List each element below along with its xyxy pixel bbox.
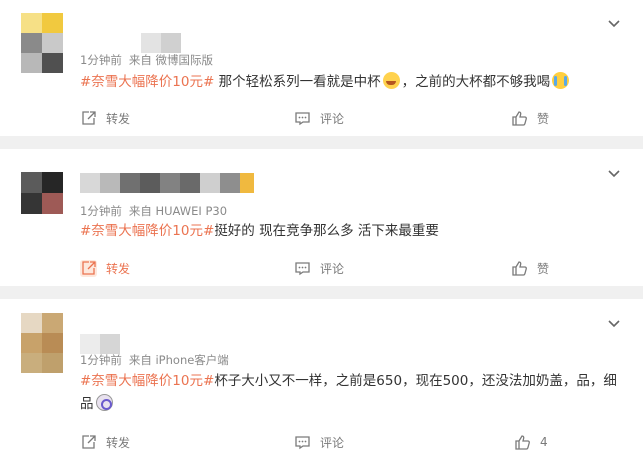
comment-icon [295, 435, 310, 449]
avatar-pixel [42, 193, 63, 214]
emoji-cry-icon [552, 72, 570, 89]
like-icon [512, 110, 527, 126]
post-time: 1分钟前 [80, 353, 122, 367]
comment-card: 1分钟前 来自 iPhone客户端 #奈雪大幅降价10元#杯子大小又不一样，之前是… [0, 299, 643, 468]
comment-icon [295, 111, 310, 125]
comment-button[interactable]: 评论 [294, 258, 344, 278]
like-icon [515, 434, 530, 450]
name-pixel [100, 173, 120, 193]
action-bar: 转发 评论 赞 [0, 108, 643, 128]
post-text: ，之前的大杯都不够我喝 [401, 74, 551, 90]
emoji-laugh-icon [382, 72, 400, 89]
repost-label: 转发 [106, 111, 131, 126]
repost-label: 转发 [106, 435, 131, 450]
username-blurred[interactable] [141, 33, 181, 53]
repost-button[interactable]: 转发 [80, 432, 130, 452]
post-text: 挺好的 现在竞争那么多 活下来最重要 [214, 223, 439, 239]
comment-icon [295, 261, 310, 275]
name-pixel [141, 33, 161, 53]
like-button[interactable]: 4 [514, 432, 548, 452]
name-pixel [140, 173, 160, 193]
post-time: 1分钟前 [80, 53, 122, 67]
avatar-pixel [42, 13, 63, 33]
like-icon [512, 260, 527, 276]
avatar-pixel [21, 53, 42, 73]
post-text: 那个轻松系列一看就是中杯 [214, 74, 381, 90]
chevron-down-icon[interactable] [607, 166, 621, 180]
emoji-dizzy-icon [95, 394, 113, 411]
post-source: 来自 HUAWEI P30 [128, 204, 228, 218]
name-pixel [240, 173, 254, 193]
post-content: #奈雪大幅降价10元#杯子大小又不一样，之前是650，现在500，还没法加奶盖，… [80, 370, 625, 416]
comment-feed: 1分钟前 来自 微博国际版 #奈雪大幅降价10元# 那个轻松系列一看就是中杯 ，之前… [0, 0, 643, 468]
action-bar: 转发 评论 赞 [0, 258, 643, 278]
post-meta: 1分钟前 来自 HUAWEI P30 [80, 203, 227, 219]
repost-icon [82, 110, 96, 125]
avatar-pixel [21, 353, 42, 373]
name-pixel [180, 173, 200, 193]
username-blurred[interactable] [80, 334, 120, 354]
avatar[interactable] [21, 13, 63, 73]
avatar-pixel [21, 172, 42, 193]
username-blurred[interactable] [80, 173, 254, 193]
avatar-pixel [21, 33, 42, 53]
comment-label: 评论 [320, 111, 345, 126]
avatar-pixel [42, 333, 63, 353]
chevron-down-icon[interactable] [607, 316, 621, 330]
avatar[interactable] [21, 172, 63, 214]
comment-card: 1分钟前 来自 HUAWEI P30 #奈雪大幅降价10元#挺好的 现在竞争那么多… [0, 149, 643, 286]
post-meta: 1分钟前 来自 微博国际版 [80, 52, 213, 68]
avatar[interactable] [21, 313, 63, 373]
avatar-pixel [21, 193, 42, 214]
name-pixel [220, 173, 240, 193]
avatar-pixel [42, 53, 63, 73]
name-pixel [161, 33, 181, 53]
avatar-pixel [42, 33, 63, 53]
repost-button[interactable]: 转发 [80, 258, 130, 278]
name-pixel [80, 334, 100, 354]
name-pixel [100, 334, 120, 354]
name-pixel [80, 173, 100, 193]
action-bar: 转发 评论 4 [0, 432, 643, 452]
like-button[interactable]: 赞 [511, 258, 549, 278]
hashtag-link[interactable]: #奈雪大幅降价10元# [80, 223, 214, 239]
repost-label: 转发 [106, 261, 131, 276]
comment-button[interactable]: 评论 [294, 108, 344, 128]
comment-label: 评论 [320, 261, 345, 276]
avatar-pixel [42, 313, 63, 333]
like-label: 赞 [537, 261, 550, 276]
post-meta: 1分钟前 来自 iPhone客户端 [80, 352, 229, 368]
repost-icon [82, 434, 96, 449]
avatar-pixel [42, 172, 63, 193]
repost-button[interactable]: 转发 [80, 108, 130, 128]
avatar-pixel [21, 333, 42, 353]
like-button[interactable]: 赞 [511, 108, 549, 128]
comment-label: 评论 [320, 435, 345, 450]
like-count: 4 [540, 435, 548, 449]
hashtag-link[interactable]: #奈雪大幅降价10元# [80, 74, 214, 90]
post-source: 来自 iPhone客户端 [128, 353, 229, 367]
avatar-pixel [21, 13, 42, 33]
chevron-down-icon[interactable] [607, 16, 621, 30]
comment-card: 1分钟前 来自 微博国际版 #奈雪大幅降价10元# 那个轻松系列一看就是中杯 ，之前… [0, 0, 643, 136]
avatar-pixel [21, 313, 42, 333]
post-time: 1分钟前 [80, 204, 122, 218]
post-content: #奈雪大幅降价10元# 那个轻松系列一看就是中杯 ，之前的大杯都不够我喝 [80, 71, 625, 94]
name-pixel [160, 173, 180, 193]
avatar-pixel [42, 353, 63, 373]
comment-button[interactable]: 评论 [294, 432, 344, 452]
hashtag-link[interactable]: #奈雪大幅降价10元# [80, 373, 214, 389]
name-pixel [200, 173, 220, 193]
like-label: 赞 [537, 111, 550, 126]
post-content: #奈雪大幅降价10元#挺好的 现在竞争那么多 活下来最重要 [80, 220, 625, 243]
name-pixel [120, 173, 140, 193]
post-source: 来自 微博国际版 [128, 53, 213, 67]
repost-icon [80, 259, 97, 277]
